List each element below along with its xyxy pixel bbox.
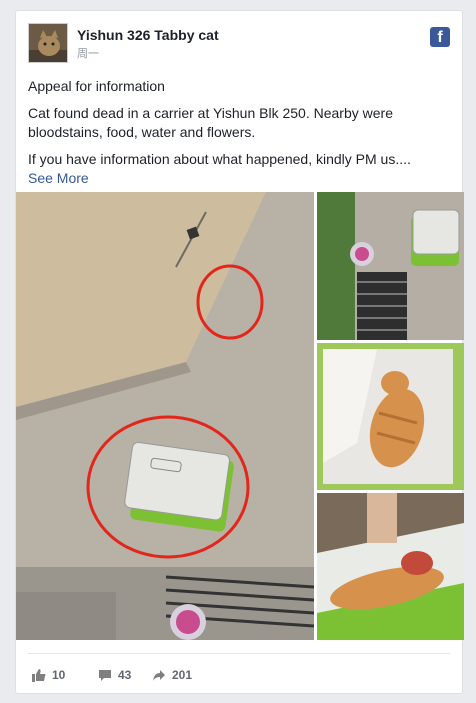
share-count: 201 <box>172 668 193 682</box>
post-header: Yishun 326 Tabby cat 周一 f <box>28 23 450 65</box>
like-button[interactable]: 10 <box>32 668 65 682</box>
post-paragraph-3: If you have information about what happe… <box>28 151 411 167</box>
comment-button[interactable]: 43 <box>98 668 131 682</box>
like-count: 10 <box>52 668 66 682</box>
thumbs-up-icon <box>32 669 46 682</box>
photo-grid <box>16 192 464 640</box>
share-icon <box>153 670 165 681</box>
see-more-link[interactable]: See More <box>28 169 448 188</box>
post-time[interactable]: 周一 <box>77 45 99 61</box>
cat-in-carrier-photo[interactable] <box>317 343 464 490</box>
carrier-at-drain-photo[interactable] <box>317 192 464 340</box>
carrier-by-wall-photo[interactable] <box>16 192 314 640</box>
share-button[interactable]: 201 <box>152 668 192 682</box>
page-name[interactable]: Yishun 326 Tabby cat <box>77 27 219 43</box>
cat-injured-photo[interactable] <box>317 493 464 640</box>
comment-count: 43 <box>118 668 132 682</box>
post-card: Yishun 326 Tabby cat 周一 f Appeal for inf… <box>15 10 464 695</box>
post-paragraph-2: Cat found dead in a carrier at Yishun Bl… <box>28 105 393 140</box>
post-footer: 10 43 201 <box>28 653 450 695</box>
comment-icon <box>99 670 111 681</box>
page-avatar[interactable] <box>28 23 68 63</box>
facebook-icon[interactable]: f <box>430 27 450 47</box>
post-text: Appeal for information Cat found dead in… <box>28 77 448 188</box>
post-paragraph-1: Appeal for information <box>28 78 165 94</box>
